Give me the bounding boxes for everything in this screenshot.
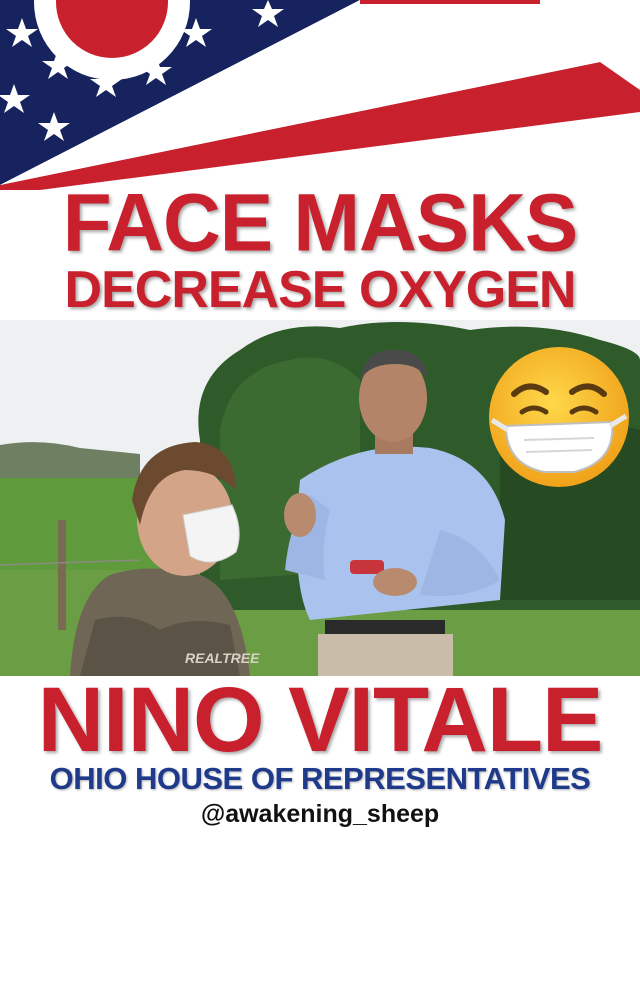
account-handle: @awakening_sheep: [200, 800, 440, 828]
person-name: NINO VITALE: [37, 669, 604, 771]
ohio-flag-icon: [0, 0, 640, 190]
face-with-medical-mask-emoji: [489, 347, 629, 487]
headline-line-1: FACE MASKS: [62, 177, 579, 268]
svg-text:REALTREE: REALTREE: [185, 650, 260, 666]
headline-line-2: DECREASE OXYGEN: [64, 261, 577, 319]
person-title: OHIO HOUSE OF REPRESENTATIVES: [49, 761, 591, 796]
